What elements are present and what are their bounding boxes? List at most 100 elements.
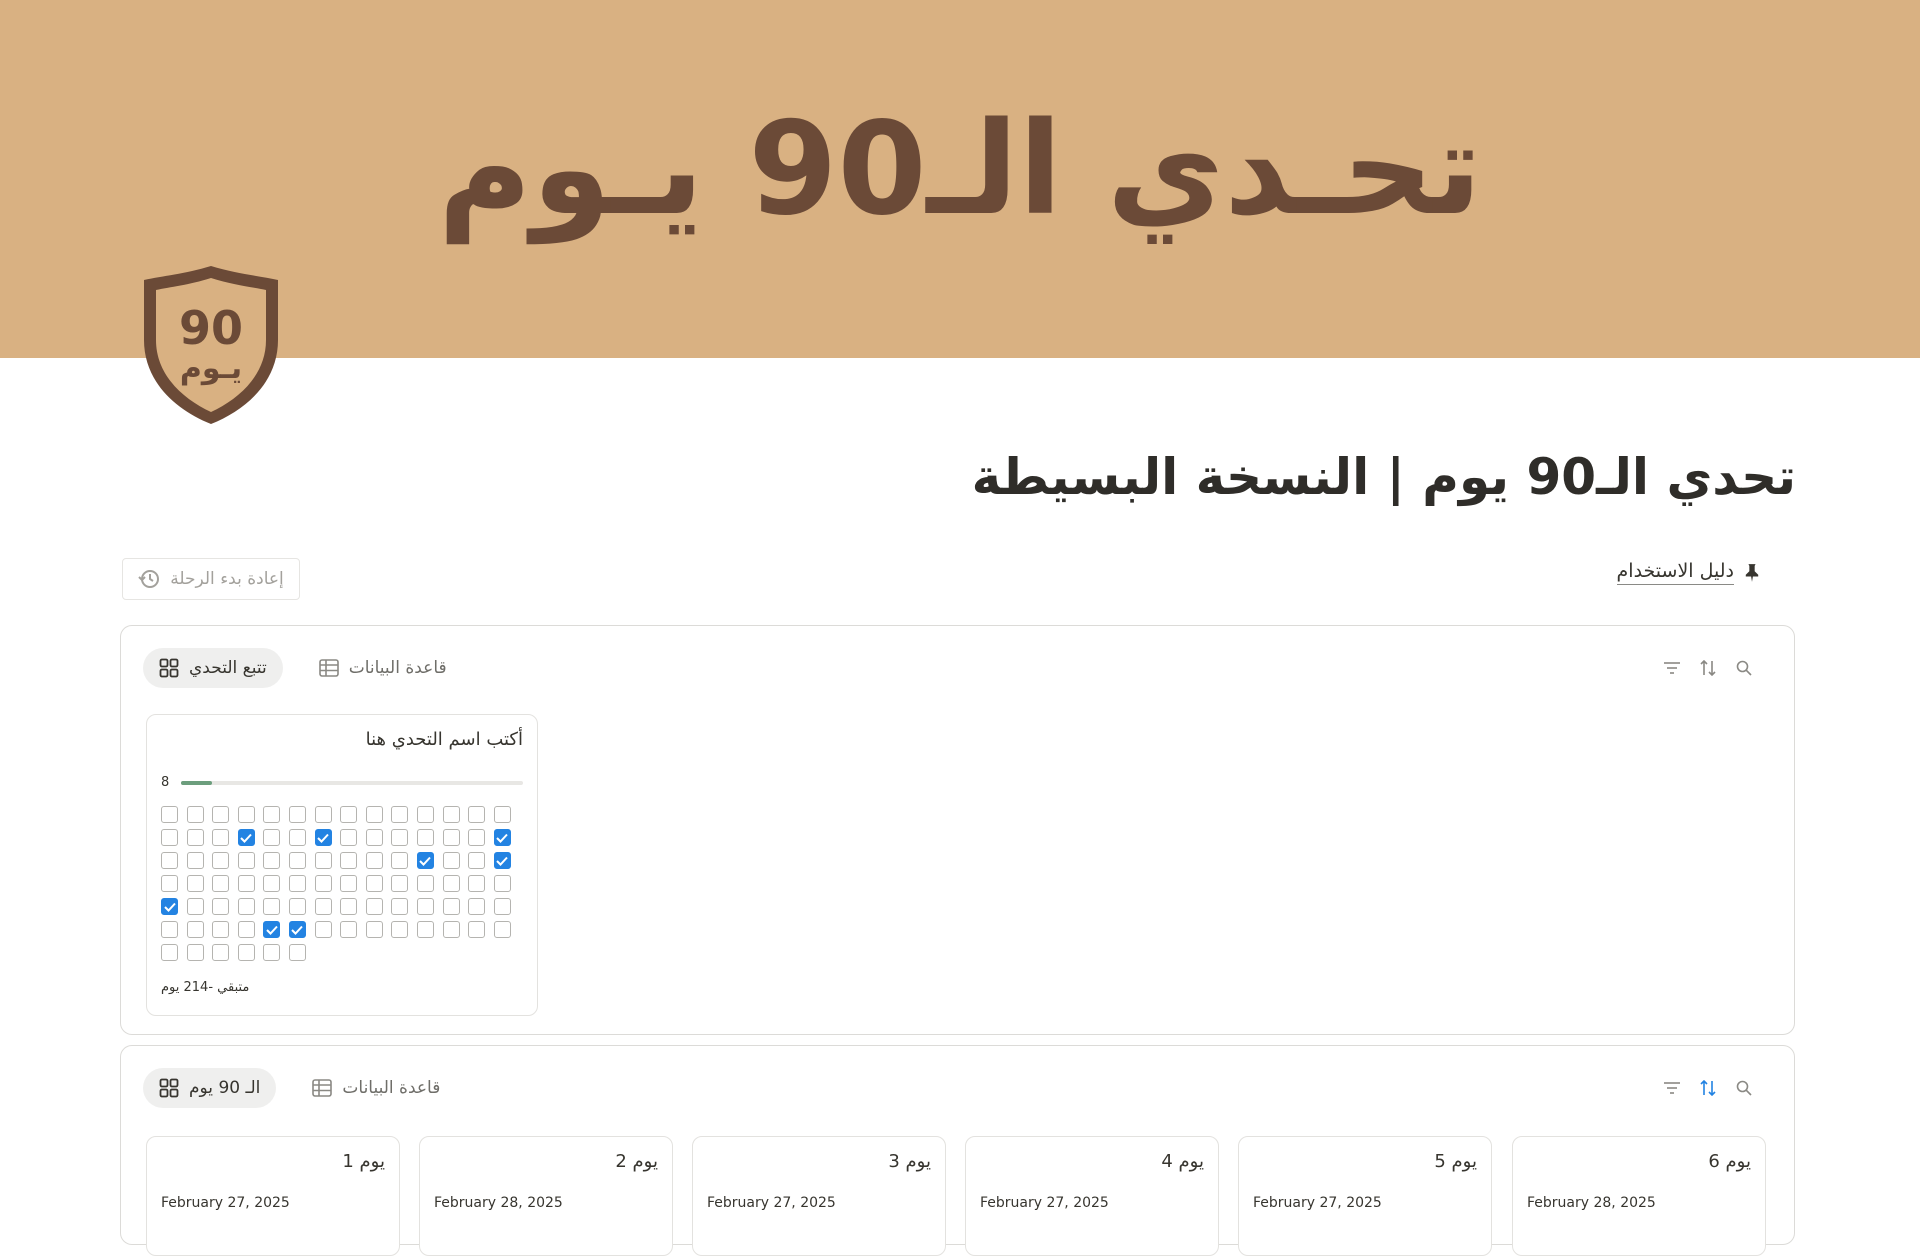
day-checkbox[interactable]	[442, 806, 460, 823]
tab-database[interactable]: قاعدة البيانات	[296, 1068, 456, 1108]
day-checkbox[interactable]	[314, 806, 332, 823]
day-checkbox[interactable]	[161, 875, 178, 892]
day-checkbox[interactable]	[288, 898, 306, 915]
day-checkbox[interactable]	[416, 921, 434, 938]
day-checkbox[interactable]	[442, 852, 460, 869]
day-checkbox[interactable]	[212, 944, 230, 961]
day-checkbox[interactable]	[468, 806, 486, 823]
day-checkbox[interactable]	[493, 898, 511, 915]
day-checkbox[interactable]	[186, 944, 204, 961]
day-checkbox[interactable]	[288, 806, 306, 823]
day-checkbox[interactable]	[186, 875, 204, 892]
day-checkbox[interactable]	[212, 898, 230, 915]
day-checkbox[interactable]	[161, 829, 178, 846]
day-checkbox[interactable]	[416, 806, 434, 823]
day-checkbox[interactable]	[161, 944, 178, 961]
day-checkbox[interactable]	[263, 875, 281, 892]
day-checkbox[interactable]	[391, 875, 409, 892]
day-checkbox[interactable]	[288, 829, 306, 846]
day-checkbox[interactable]	[391, 806, 409, 823]
day-checkbox[interactable]	[340, 829, 358, 846]
day-checkbox[interactable]	[340, 806, 358, 823]
day-checkbox[interactable]	[365, 829, 383, 846]
search-icon[interactable]	[1736, 660, 1752, 676]
day-checkbox[interactable]	[237, 852, 255, 869]
day-checkbox[interactable]	[391, 852, 409, 869]
day-checkbox[interactable]	[186, 829, 204, 846]
day-checkbox[interactable]	[340, 875, 358, 892]
day-checkbox[interactable]	[416, 829, 434, 846]
day-checkbox[interactable]	[442, 829, 460, 846]
day-checkbox[interactable]	[365, 806, 383, 823]
day-checkbox[interactable]	[314, 852, 332, 869]
day-checkbox[interactable]	[237, 875, 255, 892]
day-checkbox[interactable]	[161, 898, 178, 915]
restart-journey-button[interactable]: إعادة بدء الرحلة	[122, 558, 300, 600]
day-checkbox[interactable]	[340, 898, 358, 915]
day-checkbox[interactable]	[288, 921, 306, 938]
tab-challenge-tracker[interactable]: تتبع التحدي	[143, 648, 283, 688]
day-card[interactable]: يوم 4 February 27, 2025	[965, 1136, 1219, 1256]
day-checkbox[interactable]	[263, 921, 281, 938]
day-checkbox[interactable]	[161, 806, 178, 823]
day-checkbox[interactable]	[442, 898, 460, 915]
day-checkbox[interactable]	[186, 921, 204, 938]
day-checkbox[interactable]	[237, 921, 255, 938]
search-icon[interactable]	[1736, 1080, 1752, 1096]
day-checkbox[interactable]	[314, 829, 332, 846]
day-checkbox[interactable]	[212, 875, 230, 892]
day-checkbox[interactable]	[288, 852, 306, 869]
day-checkbox[interactable]	[391, 829, 409, 846]
day-checkbox[interactable]	[186, 852, 204, 869]
day-checkbox[interactable]	[493, 852, 511, 869]
tab-database[interactable]: قاعدة البيانات	[303, 648, 463, 688]
day-checkbox[interactable]	[391, 898, 409, 915]
day-checkbox[interactable]	[314, 921, 332, 938]
filter-icon[interactable]	[1664, 1080, 1680, 1096]
day-card[interactable]: يوم 2 February 28, 2025	[419, 1136, 673, 1256]
day-checkbox[interactable]	[263, 898, 281, 915]
day-checkbox[interactable]	[263, 806, 281, 823]
day-card[interactable]: يوم 1 February 27, 2025	[146, 1136, 400, 1256]
day-checkbox[interactable]	[468, 898, 486, 915]
day-checkbox[interactable]	[493, 921, 511, 938]
day-checkbox[interactable]	[365, 898, 383, 915]
day-checkbox[interactable]	[288, 944, 306, 961]
day-checkbox[interactable]	[237, 898, 255, 915]
day-checkbox[interactable]	[263, 852, 281, 869]
day-card[interactable]: يوم 6 February 28, 2025	[1512, 1136, 1766, 1256]
day-checkbox[interactable]	[468, 829, 486, 846]
day-checkbox[interactable]	[468, 852, 486, 869]
guide-link[interactable]: دليل الاستخدام	[1616, 560, 1760, 585]
day-checkbox[interactable]	[340, 852, 358, 869]
day-checkbox[interactable]	[340, 921, 358, 938]
day-checkbox[interactable]	[212, 829, 230, 846]
day-checkbox[interactable]	[468, 921, 486, 938]
day-checkbox[interactable]	[161, 921, 178, 938]
day-card[interactable]: يوم 5 February 27, 2025	[1238, 1136, 1492, 1256]
day-card[interactable]: يوم 3 February 27, 2025	[692, 1136, 946, 1256]
day-checkbox[interactable]	[288, 875, 306, 892]
shield-90-icon[interactable]: 90 يـوم	[140, 262, 282, 428]
filter-icon[interactable]	[1664, 660, 1680, 676]
day-checkbox[interactable]	[468, 875, 486, 892]
day-checkbox[interactable]	[416, 852, 434, 869]
day-checkbox[interactable]	[493, 829, 511, 846]
day-checkbox[interactable]	[493, 806, 511, 823]
day-checkbox[interactable]	[212, 852, 230, 869]
day-checkbox[interactable]	[365, 875, 383, 892]
day-checkbox[interactable]	[237, 806, 255, 823]
day-checkbox[interactable]	[416, 875, 434, 892]
sort-icon[interactable]	[1700, 660, 1716, 676]
tab-ninety-days[interactable]: الـ 90 يوم	[143, 1068, 277, 1108]
day-checkbox[interactable]	[212, 806, 230, 823]
challenge-card[interactable]: أكتب اسم التحدي هنا 8 متبقي -214 يوم	[146, 714, 538, 1016]
day-checkbox[interactable]	[365, 852, 383, 869]
day-checkbox[interactable]	[186, 898, 204, 915]
day-checkbox[interactable]	[186, 806, 204, 823]
day-checkbox[interactable]	[263, 829, 281, 846]
day-checkbox[interactable]	[237, 944, 255, 961]
day-checkbox[interactable]	[493, 875, 511, 892]
sort-icon[interactable]	[1700, 1080, 1716, 1096]
day-checkbox[interactable]	[442, 875, 460, 892]
